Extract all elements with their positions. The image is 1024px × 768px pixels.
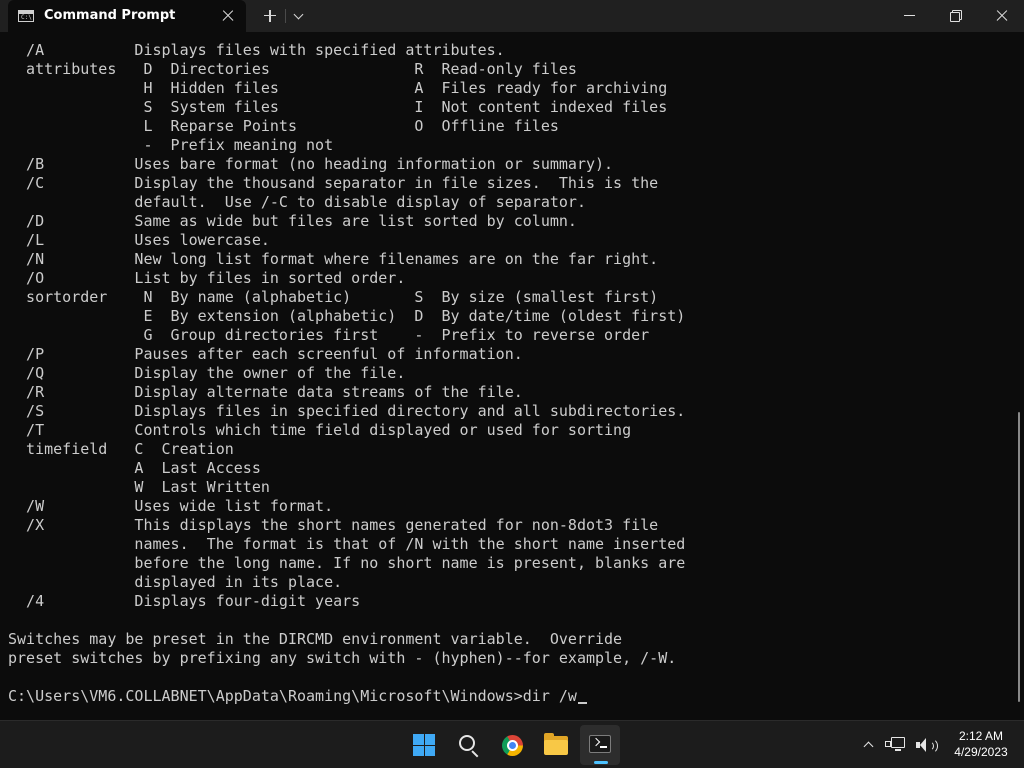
- command-prompt-line[interactable]: C:\Users\VM6.COLLABNET\AppData\Roaming\M…: [8, 687, 685, 706]
- terminal-line: attributes D Directories R Read-only fil…: [8, 60, 577, 78]
- terminal-line: H Hidden files A Files ready for archivi…: [8, 79, 668, 97]
- terminal-line: Switches may be preset in the DIRCMD env…: [8, 630, 623, 648]
- terminal-line: S System files I Not content indexed fil…: [8, 98, 668, 116]
- terminal-line: /D Same as wide but files are list sorte…: [8, 212, 577, 230]
- terminal-line: - Prefix meaning not: [8, 136, 334, 154]
- tab-dropdown-chevron-down-icon[interactable]: [290, 8, 308, 24]
- clock[interactable]: 2:12 AM 4/29/2023: [944, 728, 1018, 760]
- terminal-line: names. The format is that of /N with the…: [8, 535, 686, 553]
- terminal-line: timefield C Creation: [8, 440, 234, 458]
- tab-close-icon[interactable]: [218, 6, 238, 26]
- taskbar: 2:12 AM 4/29/2023: [0, 720, 1024, 768]
- terminal-output[interactable]: /A Displays files with specified attribu…: [0, 32, 1016, 720]
- terminal-line: /W Uses wide list format.: [8, 497, 334, 515]
- clock-time: 2:12 AM: [958, 729, 1004, 743]
- search-icon[interactable]: [448, 725, 488, 765]
- terminal-line: /4 Displays four-digit years: [8, 592, 361, 610]
- terminal-line: /R Display alternate data streams of the…: [8, 383, 523, 401]
- terminal-line: /X This displays the short names generat…: [8, 516, 659, 534]
- scrollbar[interactable]: [1016, 32, 1024, 720]
- network-icon: [885, 737, 905, 751]
- terminal-line: /A Displays files with specified attribu…: [8, 41, 505, 59]
- terminal-line: displayed in its place.: [8, 573, 343, 591]
- minimize-icon[interactable]: [886, 0, 932, 32]
- terminal-line: L Reparse Points O Offline files: [8, 117, 559, 135]
- terminal-line: E By extension (alphabetic) D By date/ti…: [8, 307, 686, 325]
- terminal-line: sortorder N By name (alphabetic) S By si…: [8, 288, 659, 306]
- terminal-line: /Q Display the owner of the file.: [8, 364, 406, 382]
- new-tab-plus-icon[interactable]: [260, 6, 280, 26]
- terminal-line: A Last Access: [8, 459, 261, 477]
- terminal-line: /C Display the thousand separator in fil…: [8, 174, 659, 192]
- terminal-lines: /A Displays files with specified attribu…: [8, 41, 685, 706]
- terminal-line: default. Use /-C to disable display of s…: [8, 193, 586, 211]
- terminal-line: /P Pauses after each screenful of inform…: [8, 345, 523, 363]
- window-close-icon[interactable]: [978, 0, 1024, 32]
- terminal-line: G Group directories first - Prefix to re…: [8, 326, 650, 344]
- terminal-line: preset switches by prefixing any switch …: [8, 649, 677, 667]
- terminal-line: /O List by files in sorted order.: [8, 269, 406, 287]
- active-app-indicator: [594, 761, 608, 764]
- tab-command-prompt[interactable]: C:\ Command Prompt: [8, 0, 246, 32]
- clock-date: 4/29/2023: [954, 745, 1008, 759]
- terminal-line: /B Uses bare format (no heading informat…: [8, 155, 614, 173]
- volume-icon: [916, 738, 938, 754]
- maximize-icon[interactable]: [932, 0, 978, 32]
- quick-settings[interactable]: [885, 729, 940, 761]
- tab-divider: [285, 9, 286, 23]
- terminal-line: /L Uses lowercase.: [8, 231, 270, 249]
- tab-title: Command Prompt: [44, 8, 176, 23]
- cmd-icon: C:\: [18, 10, 34, 22]
- terminal-line: /T Controls which time field displayed o…: [8, 421, 632, 439]
- chrome-icon[interactable]: [492, 725, 532, 765]
- windows-start-icon[interactable]: [404, 725, 444, 765]
- title-bar: C:\ Command Prompt: [0, 0, 1024, 32]
- terminal-line: /S Displays files in specified directory…: [8, 402, 686, 420]
- terminal-line: W Last Written: [8, 478, 270, 496]
- chevron-up-icon[interactable]: [858, 735, 880, 755]
- terminal-line: before the long name. If no short name i…: [8, 554, 686, 572]
- terminal-icon[interactable]: [580, 725, 620, 765]
- terminal-line: /N New long list format where filenames …: [8, 250, 659, 268]
- scroll-thumb[interactable]: [1018, 412, 1020, 702]
- folder-icon[interactable]: [536, 725, 576, 765]
- prompt-text: C:\Users\VM6.COLLABNET\AppData\Roaming\M…: [8, 687, 577, 705]
- text-cursor: [577, 702, 587, 704]
